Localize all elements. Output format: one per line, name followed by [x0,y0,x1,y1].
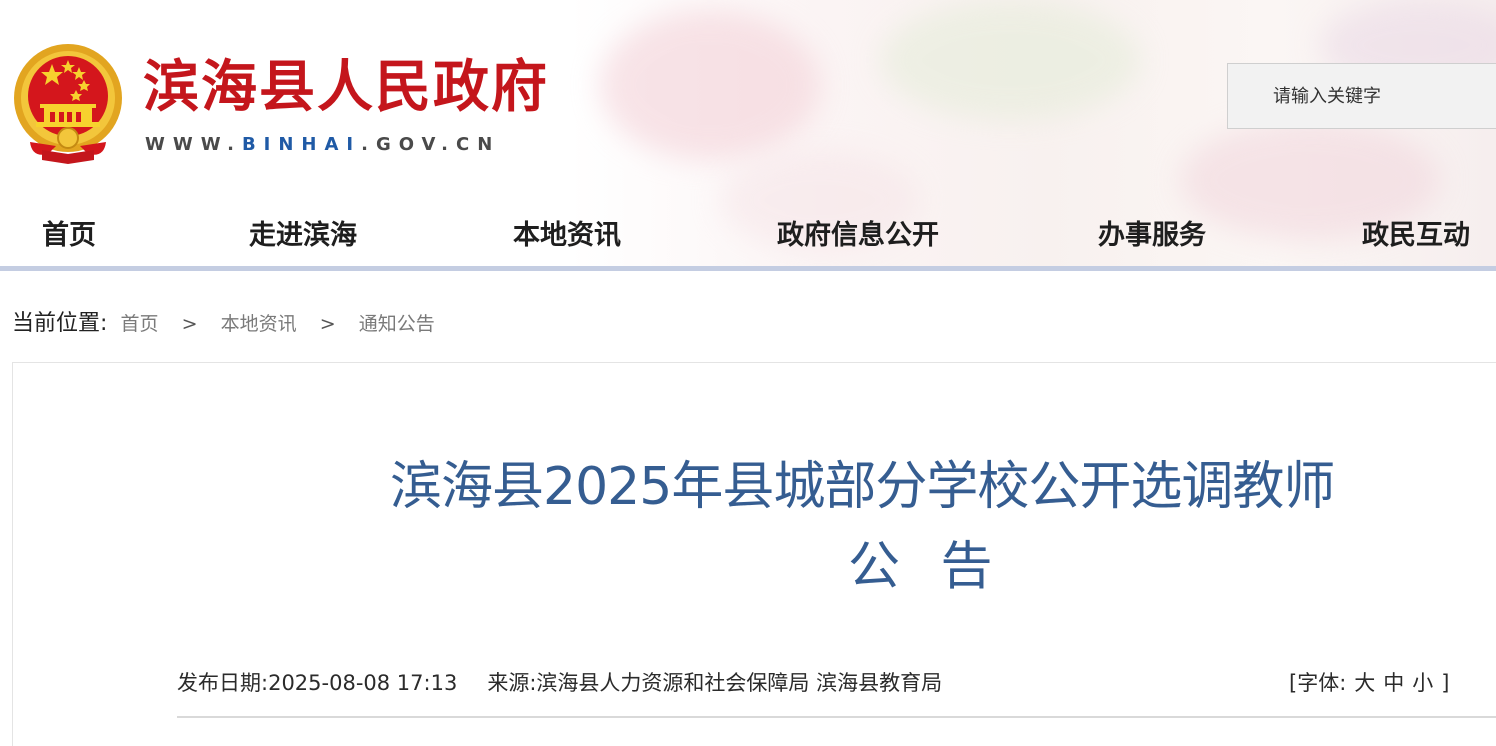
header-decoration [880,0,1140,120]
article-title-line1: 滨海县2025年县城部分学校公开选调教师 [390,457,1335,517]
header-decoration [600,10,820,160]
nav-item-services[interactable]: 办事服务 [1098,213,1206,252]
breadcrumb-separator: > [181,313,198,335]
domain-suffix: .GOV.CN [361,134,501,155]
source-value: 滨海县人力资源和社会保障局 滨海县教育局 [536,671,943,695]
nav-item-local-news[interactable]: 本地资讯 [513,213,621,252]
font-size-large-button[interactable]: 大 [1354,671,1375,695]
font-size-switcher: [字体: 大中小] [1289,667,1449,697]
breadcrumb-link-local-news[interactable]: 本地资讯 [221,313,297,335]
nav-item-about[interactable]: 走进滨海 [249,213,357,252]
nav-item-home[interactable]: 首页 [42,213,96,252]
breadcrumb-separator: > [319,313,336,335]
breadcrumb-label: 当前位置: [12,311,108,336]
page: 滨海县人民政府 WWW.BINHAI.GOV.CN 首页 走进滨海 本地资讯 政… [0,0,1496,746]
domain-highlight: BINHAI [241,134,362,155]
font-size-medium-button[interactable]: 中 [1383,671,1404,695]
meta-divider [177,716,1496,718]
domain-prefix: WWW. [145,134,242,155]
source-label: 来源: [487,671,537,695]
font-size-label: [字体: [1289,671,1347,695]
publish-date-value: 2025-08-08 17:13 [268,671,458,695]
breadcrumb-link-notices[interactable]: 通知公告 [359,313,435,335]
publish-date-label: 发布日期: [177,671,269,695]
article-panel: 滨海县2025年县城部分学校公开选调教师 公 告 发布日期:2025-08-08… [12,362,1496,746]
font-size-bracket: ] [1441,671,1450,695]
article-meta: 发布日期:2025-08-08 17:13 来源:滨海县人力资源和社会保障局 滨海… [177,667,942,697]
site-title[interactable]: 滨海县人民政府 [143,42,549,123]
nav-underline [0,266,1496,271]
article-title-line2: 公 告 [848,537,1005,597]
search-input[interactable] [1228,64,1496,128]
site-domain: WWW.BINHAI.GOV.CN [145,134,500,155]
national-emblem-icon[interactable] [12,42,124,164]
search-box [1227,63,1496,129]
main-nav: 首页 走进滨海 本地资讯 政府信息公开 办事服务 政民互动 [0,195,1496,267]
nav-item-gov-info[interactable]: 政府信息公开 [777,213,939,252]
breadcrumb-link-home[interactable]: 首页 [121,313,159,335]
nav-item-interaction[interactable]: 政民互动 [1362,213,1470,252]
breadcrumb: 当前位置: 首页 > 本地资讯 > 通知公告 [12,305,435,336]
header: 滨海县人民政府 WWW.BINHAI.GOV.CN 首页 走进滨海 本地资讯 政… [0,0,1496,270]
font-size-small-button[interactable]: 小 [1412,671,1433,695]
